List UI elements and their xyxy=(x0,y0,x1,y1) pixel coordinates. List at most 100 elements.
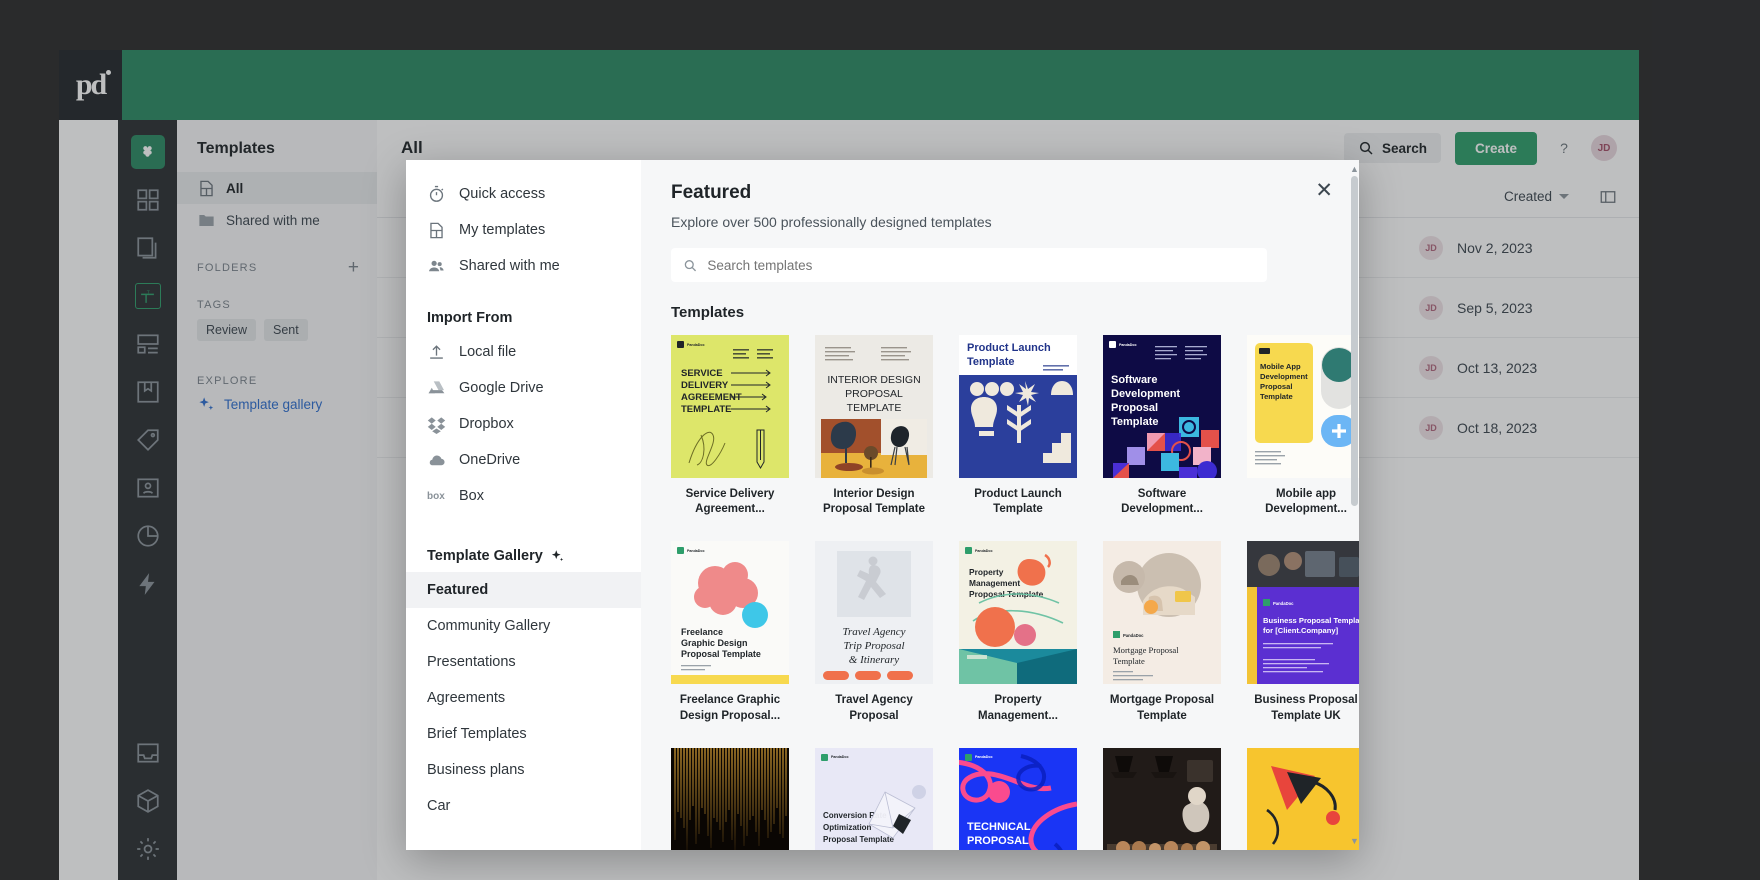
svg-text:Proposal: Proposal xyxy=(1260,382,1293,391)
template-card[interactable]: PandaDoc Mortgage ProposalTemplate Mortg… xyxy=(1103,541,1221,723)
template-card[interactable]: PandaDoc xyxy=(959,748,1077,850)
svg-text:Business Proposal Template: Business Proposal Template xyxy=(1263,616,1359,625)
svg-text:Template: Template xyxy=(1111,416,1158,428)
svg-text:TEMPLATE: TEMPLATE xyxy=(681,404,732,415)
svg-text:Product Launch: Product Launch xyxy=(967,342,1051,354)
brand-label: PandaDoc xyxy=(975,755,993,759)
svg-text:PandaDoc: PandaDoc xyxy=(1123,633,1144,638)
template-thumbnail: HVAC ProposalTemplate xyxy=(1247,748,1359,850)
template-card[interactable]: Mobile AppDevelopmentProposalTemplate Mo… xyxy=(1247,335,1359,517)
template-thumbnail: PandaDoc Business Proposal Templatefor [… xyxy=(1247,541,1359,684)
screen: T xyxy=(0,0,1760,880)
svg-text:TEMPLATE: TEMPLATE xyxy=(847,402,902,414)
thumb-art: Travel AgencyTrip Proposal& Itinerary xyxy=(815,541,933,684)
svg-text:TEMPLATE: TEMPLATE xyxy=(967,849,1025,850)
modal-item-my-templates[interactable]: My templates xyxy=(406,212,641,248)
template-thumbnail: PandaDoc FreelanceGraphic DesignProposal… xyxy=(671,541,789,684)
template-thumbnail: PandaDoc SERVICEDELIVERY AGREEMENTTEMPLA… xyxy=(671,335,789,478)
close-icon[interactable]: ✕ xyxy=(1315,180,1333,201)
svg-text:Management: Management xyxy=(969,578,1020,588)
pandadoc-badge: PandaDoc xyxy=(1263,599,1294,606)
google-drive-icon xyxy=(427,379,446,398)
modal-right-pane: ✕ Featured Explore over 500 professional… xyxy=(641,160,1359,850)
modal-item-dropbox[interactable]: Dropbox xyxy=(406,406,641,442)
modal-item-quick-access[interactable]: Quick access xyxy=(406,176,641,212)
modal-category-featured[interactable]: Featured xyxy=(406,572,641,608)
template-thumbnail: INTERIOR DESIGNPROPOSALTEMPLATE xyxy=(815,335,933,478)
box-icon: box xyxy=(427,487,446,506)
template-card-title: Property Management... xyxy=(959,693,1077,723)
template-card[interactable]: PandaDoc xyxy=(1103,748,1221,850)
template-card[interactable]: PandaDoc Conversion RateOptimizationProp… xyxy=(815,748,933,850)
template-thumbnail: PandaDoc Conversion RateOptimizationProp… xyxy=(815,748,933,850)
modal-item-onedrive[interactable]: OneDrive xyxy=(406,442,641,478)
search-templates-field[interactable] xyxy=(671,248,1267,282)
modal-item-shared-with-me[interactable]: Shared with me xyxy=(406,248,641,284)
modal-item-label: Box xyxy=(459,488,484,504)
people-icon xyxy=(427,257,446,276)
thumb-art: PropertyManagementProposal Template xyxy=(959,541,1077,684)
scroll-thumb[interactable] xyxy=(1351,176,1358,506)
svg-text:Proposal: Proposal xyxy=(1111,402,1158,414)
template-card[interactable]: Product LaunchTemplate xyxy=(959,335,1077,517)
modal-item-google-drive[interactable]: Google Drive xyxy=(406,370,641,406)
template-thumbnail: Product LaunchTemplate xyxy=(959,335,1077,478)
pandadoc-badge: PandaDoc xyxy=(965,547,993,554)
template-thumbnail: PandaDoc xyxy=(671,748,789,850)
modal-left-nav: Quick access My templates Shared with me… xyxy=(406,160,641,850)
modal-item-label: My templates xyxy=(459,222,545,238)
modal-item-local-file[interactable]: Local file xyxy=(406,334,641,370)
featured-title: Featured xyxy=(671,182,1329,204)
svg-text:Travel Agency: Travel Agency xyxy=(842,626,905,638)
templates-section-title: Templates xyxy=(671,304,1329,321)
svg-text:Graphic Design: Graphic Design xyxy=(681,638,748,648)
modal-category-community-gallery[interactable]: Community Gallery xyxy=(406,608,641,644)
svg-text:Mobile App: Mobile App xyxy=(1260,362,1301,371)
modal-category-business-plans[interactable]: Business plans xyxy=(406,752,641,788)
modal-scrollbar[interactable]: ▲ ▼ xyxy=(1350,160,1359,850)
modal-category-brief-templates[interactable]: Brief Templates xyxy=(406,716,641,752)
brand-label: PandaDoc xyxy=(1119,343,1137,347)
svg-text:Freelance: Freelance xyxy=(681,627,723,637)
template-card[interactable]: PandaDoc Business Proposal Templatefor [… xyxy=(1247,541,1359,723)
svg-text:Proposal Template: Proposal Template xyxy=(823,835,895,844)
modal-item-box[interactable]: box Box xyxy=(406,478,641,514)
svg-text:Software: Software xyxy=(1111,374,1157,386)
import-from-heading: Import From xyxy=(406,284,641,334)
template-card[interactable]: PandaDoc SERVICEDELIVERY AGREEMENTTEMPLA… xyxy=(671,335,789,517)
scroll-up-arrow-icon[interactable]: ▲ xyxy=(1350,164,1359,174)
scroll-down-arrow-icon[interactable]: ▼ xyxy=(1350,836,1359,846)
pandadoc-badge: PandaDoc xyxy=(677,547,705,554)
template-card[interactable]: PandaDoc FreelanceGraphic DesignProposal… xyxy=(671,541,789,723)
thumb-art: Product LaunchTemplate xyxy=(959,335,1077,478)
svg-text:Optimization: Optimization xyxy=(823,823,872,832)
modal-item-label: OneDrive xyxy=(459,452,520,468)
upload-icon xyxy=(427,343,446,362)
svg-text:for [Client.Company]: for [Client.Company] xyxy=(1263,626,1339,635)
search-icon xyxy=(683,258,697,273)
svg-text:Proposal Template: Proposal Template xyxy=(681,649,761,659)
template-card[interactable]: PandaDoc xyxy=(671,748,789,850)
modal-category-car[interactable]: Car xyxy=(406,788,641,824)
template-gallery-heading: Template Gallery xyxy=(406,514,641,572)
template-card[interactable]: HVAC ProposalTemplate xyxy=(1247,748,1359,850)
thumb-art: SoftwareDevelopmentProposalTemplate xyxy=(1103,335,1221,478)
template-card[interactable]: PandaDoc SoftwareDevelopmentProposalTemp… xyxy=(1103,335,1221,517)
template-card[interactable]: Travel AgencyTrip Proposal& Itinerary Tr… xyxy=(815,541,933,723)
modal-category-presentations[interactable]: Presentations xyxy=(406,644,641,680)
template-card-title: Freelance Graphic Design Proposal... xyxy=(671,693,789,723)
svg-text:INTERIOR DESIGN: INTERIOR DESIGN xyxy=(827,374,920,386)
template-card[interactable]: INTERIOR DESIGNPROPOSALTEMPLATE xyxy=(815,335,933,517)
svg-text:PROPOSAL: PROPOSAL xyxy=(967,835,1029,847)
modal-category-agreements[interactable]: Agreements xyxy=(406,680,641,716)
stopwatch-icon xyxy=(427,185,446,204)
dropbox-icon xyxy=(427,415,446,434)
template-thumbnail: PandaDoc SoftwareDevelopmentProposalTemp… xyxy=(1103,335,1221,478)
thumb-art: INTERIOR DESIGNPROPOSALTEMPLATE xyxy=(815,335,933,478)
svg-text:& Itinerary: & Itinerary xyxy=(849,654,900,666)
modal-item-label: Dropbox xyxy=(459,416,514,432)
template-card[interactable]: PandaDoc PropertyManagementProposal Temp… xyxy=(959,541,1077,723)
brand-label: PandaDoc xyxy=(687,343,705,347)
search-templates-input[interactable] xyxy=(707,258,1255,273)
templates-grid: PandaDoc SERVICEDELIVERY AGREEMENTTEMPLA… xyxy=(671,335,1329,850)
